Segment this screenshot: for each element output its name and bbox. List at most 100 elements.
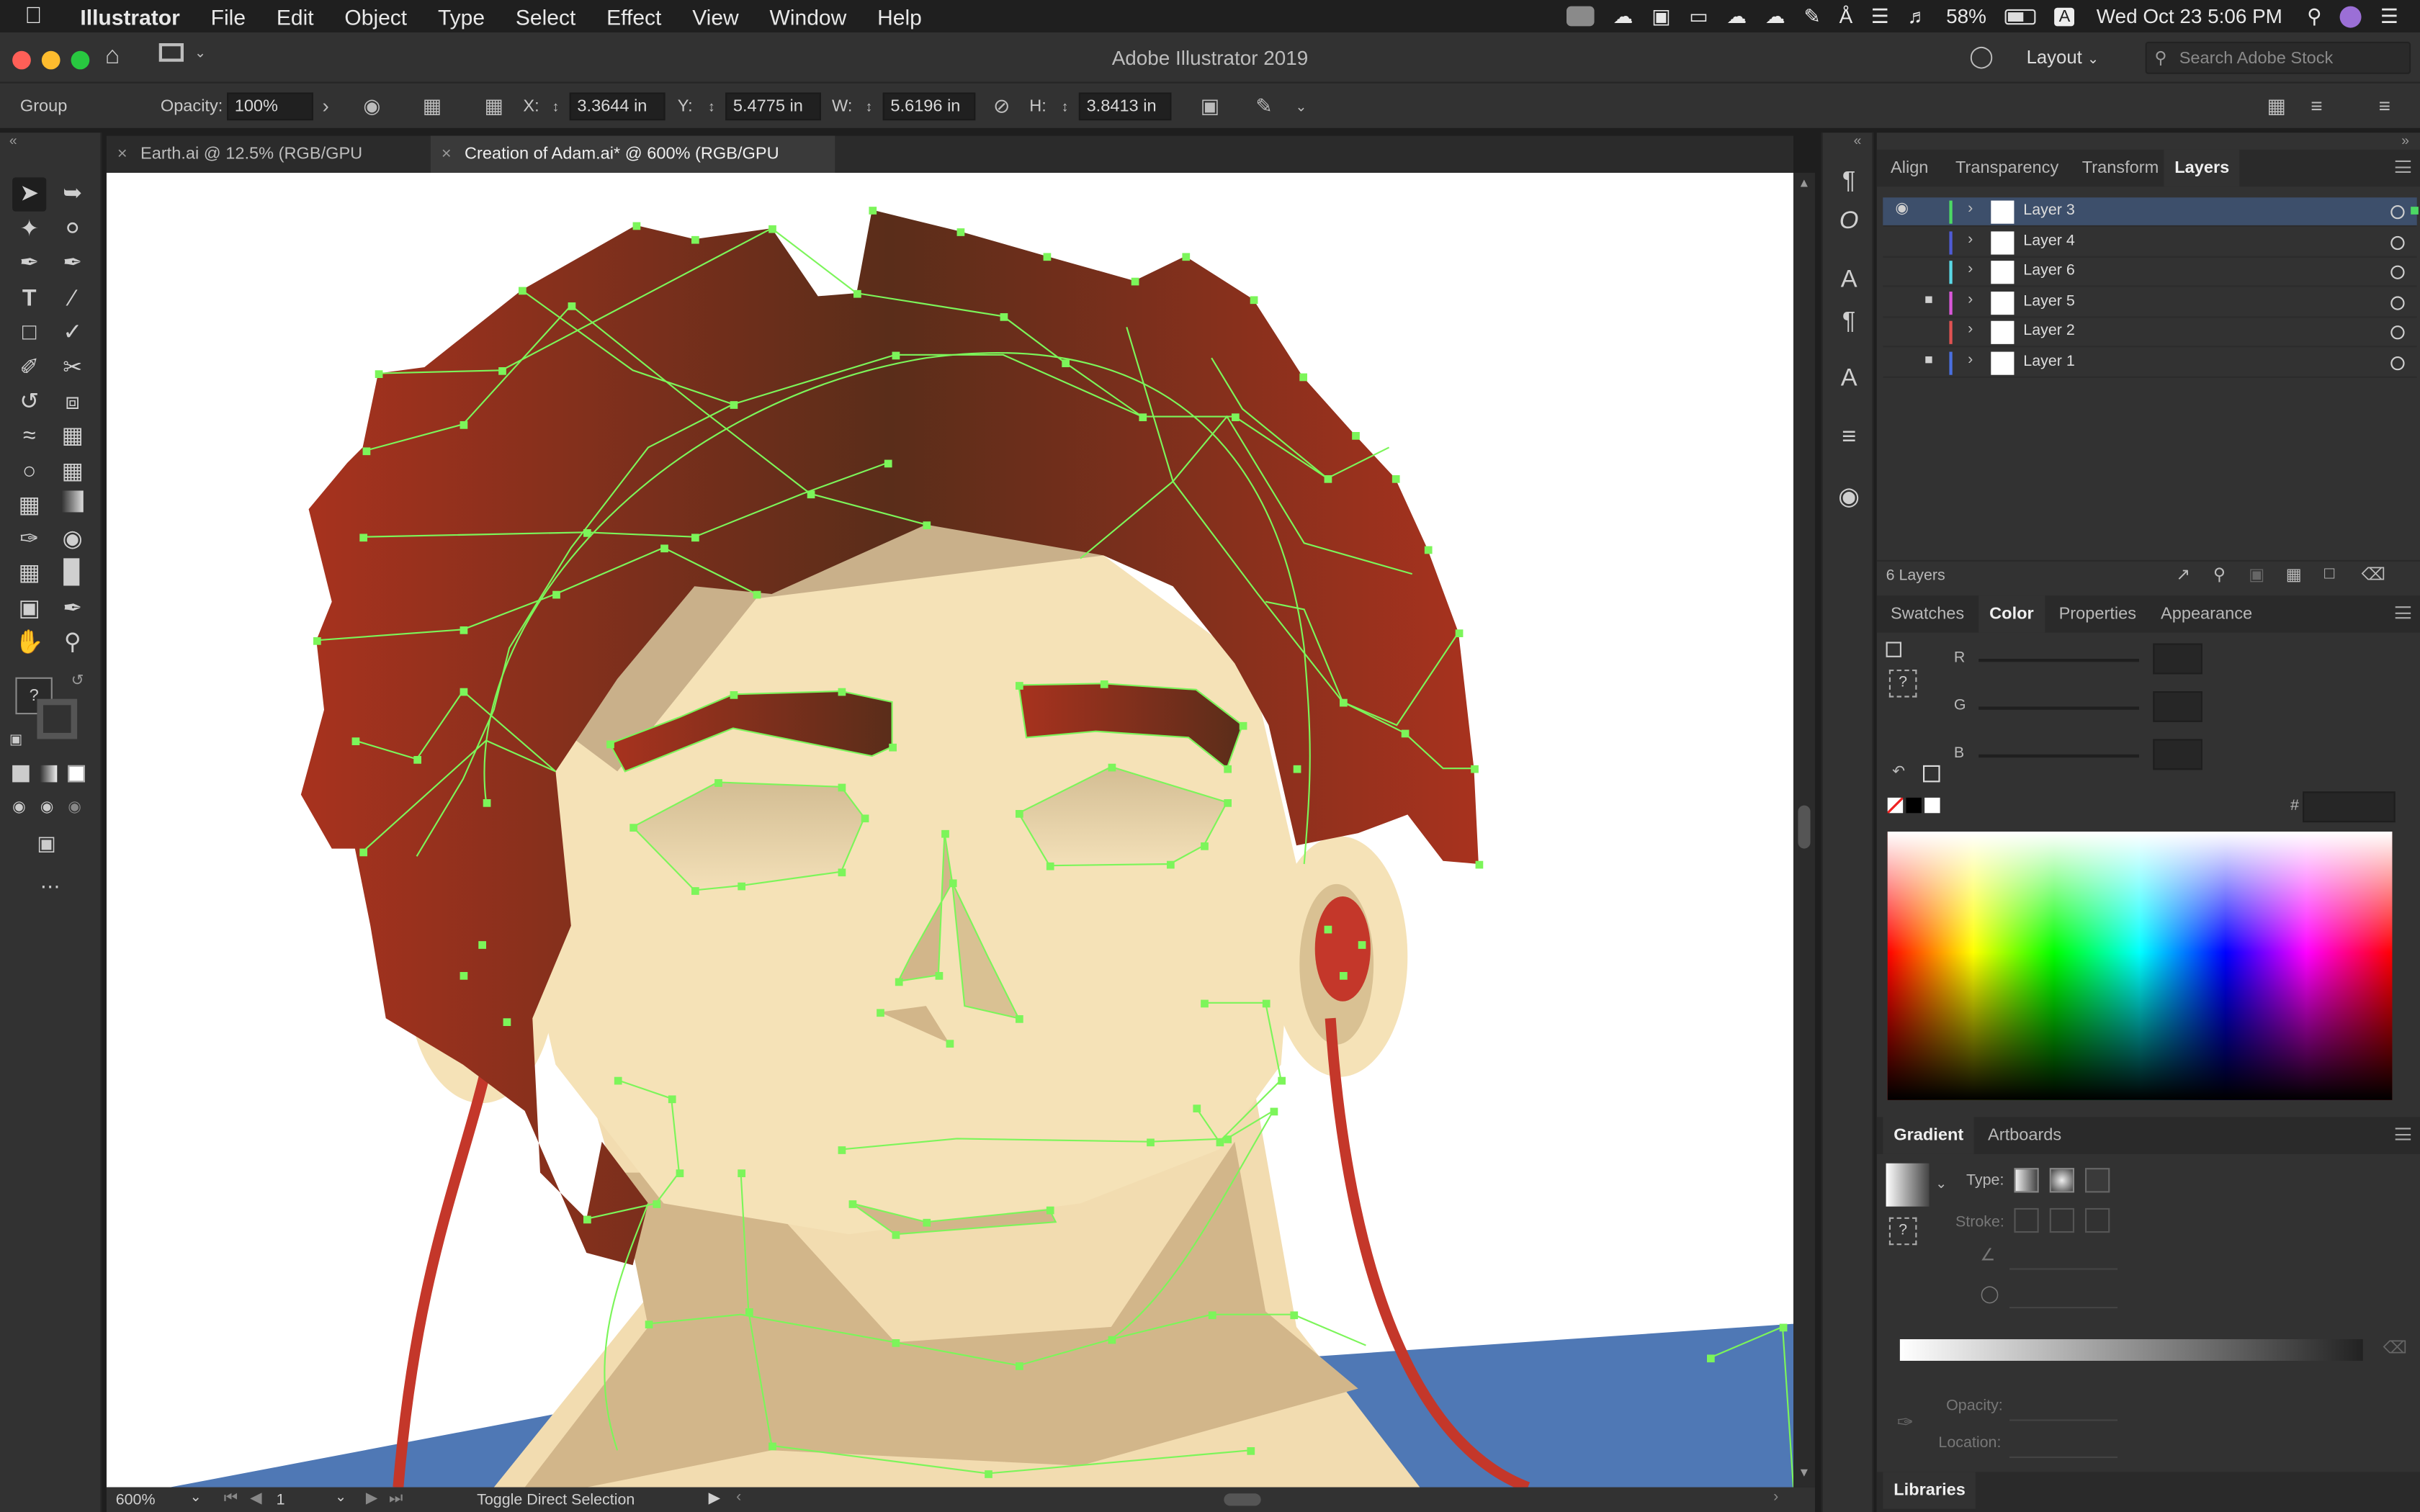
none-mode-icon[interactable] xyxy=(68,765,85,783)
visibility-eye-icon[interactable]: ◉ xyxy=(1895,201,1909,218)
opacity-field[interactable]: 100% xyxy=(227,92,313,121)
next-artboard-icon[interactable]: ▶ xyxy=(366,1490,378,1508)
input-source-indicator[interactable]: A xyxy=(2054,6,2075,26)
collapse-dock-icon[interactable]: » xyxy=(2401,132,2409,148)
hscroll-thumb[interactable] xyxy=(1224,1493,1261,1506)
r-slider[interactable] xyxy=(1978,659,2139,662)
lightbulb-icon[interactable]: ◯ xyxy=(1969,43,1994,69)
creative-cloud-icon[interactable]: ☁ xyxy=(1613,4,1634,28)
clipping-mask-icon[interactable]: ▣ xyxy=(2249,564,2264,585)
align-options-icon[interactable]: ≡ xyxy=(2304,94,2329,119)
export-icon[interactable]: ↗ xyxy=(2176,564,2190,585)
expand-arrow-icon[interactable]: › xyxy=(1968,352,1973,369)
linear-gradient-button[interactable] xyxy=(2014,1168,2039,1193)
out-of-gamut-icon[interactable]: ↶ xyxy=(1892,764,1905,781)
gradient-opacity-field[interactable] xyxy=(2009,1393,2118,1421)
artwork[interactable] xyxy=(106,173,1793,1488)
stroke-within-button[interactable] xyxy=(2014,1207,2039,1233)
web-safe-swatch[interactable] xyxy=(1923,765,1940,783)
user-avatar-icon[interactable] xyxy=(2340,5,2362,27)
first-artboard-icon[interactable]: ⏮ xyxy=(224,1490,238,1508)
menu-object[interactable]: Object xyxy=(344,4,407,28)
stroke-panel-icon[interactable]: ≡ xyxy=(1834,423,1865,454)
tab-transparency[interactable]: Transparency xyxy=(1955,150,2058,186)
close-tab-icon[interactable]: × xyxy=(442,136,452,173)
scale-tool-icon[interactable]: ⧈ xyxy=(55,386,89,420)
x-stepper-icon[interactable]: ↕ xyxy=(543,94,568,119)
artboard-tool-icon[interactable]: ▣ xyxy=(12,593,46,626)
chevron-down-icon[interactable]: ⌄ xyxy=(1289,94,1313,119)
target-circle-icon[interactable] xyxy=(2390,265,2405,280)
chevron-right-icon[interactable]: › xyxy=(313,94,338,119)
menu-help[interactable]: Help xyxy=(877,4,922,28)
free-transform-icon[interactable]: ▦ xyxy=(55,420,89,454)
vertical-scrollbar[interactable]: ▲ ▼ xyxy=(1793,173,1815,1488)
opentype-icon[interactable]: O xyxy=(1834,207,1865,238)
prev-artboard-icon[interactable]: ◀ xyxy=(250,1490,262,1508)
r-value-field[interactable] xyxy=(2153,643,2202,675)
panel-menu-icon[interactable] xyxy=(2395,160,2411,173)
question-fill-icon[interactable]: ? xyxy=(1888,670,1917,698)
scissors-icon[interactable]: ✂ xyxy=(55,352,89,386)
gradient-tool-icon[interactable] xyxy=(55,489,89,523)
menu-view[interactable]: View xyxy=(692,4,738,28)
battery-percent[interactable]: 58% xyxy=(1946,4,1986,27)
tab-align[interactable]: Align xyxy=(1891,150,1928,186)
lock-icon[interactable]: ■ xyxy=(1924,292,1933,307)
b-slider[interactable] xyxy=(1978,754,2139,758)
expand-arrow-icon[interactable]: › xyxy=(1968,231,1973,248)
gradient-eyedropper-icon[interactable]: ✑ xyxy=(1897,1410,1914,1435)
layer-row[interactable]: ■ › Layer 5 xyxy=(1883,288,2417,318)
selection-tool-icon[interactable]: ➤ xyxy=(12,177,47,212)
black-swatch[interactable] xyxy=(1906,797,1922,814)
control-menu-icon[interactable]: ≡ xyxy=(2372,94,2397,119)
target-circle-icon[interactable] xyxy=(2390,325,2405,341)
scroll-down-icon[interactable]: ▼ xyxy=(1798,1466,1810,1480)
radial-gradient-button[interactable] xyxy=(2049,1168,2074,1193)
gradient-location-field[interactable] xyxy=(2009,1430,2118,1458)
trash-icon[interactable]: ⌫ xyxy=(2362,564,2385,585)
hscroll-right-icon[interactable]: › xyxy=(1773,1489,1778,1506)
transform-icon[interactable]: ▣ xyxy=(1198,94,1222,119)
shaper-tool-icon[interactable]: ✐ xyxy=(12,352,46,386)
lock-icon[interactable]: ■ xyxy=(1924,352,1933,367)
recolor-artwork-icon[interactable]: ◉ xyxy=(359,94,384,119)
scroll-up-icon[interactable]: ▲ xyxy=(1798,176,1810,189)
w-field[interactable]: 5.6196 in xyxy=(882,92,976,121)
expand-arrow-icon[interactable]: › xyxy=(1968,201,1973,218)
column-graph-icon[interactable]: ▉ xyxy=(55,557,89,591)
none-swatch[interactable] xyxy=(1887,797,1904,814)
tab-layers[interactable]: Layers xyxy=(2164,149,2241,187)
mesh-tool-icon[interactable]: ▦ xyxy=(12,489,46,523)
symbols-icon[interactable]: ◉ xyxy=(1834,483,1865,514)
tab-color[interactable]: Color xyxy=(1978,595,2045,633)
stroke-swatch[interactable] xyxy=(37,698,78,739)
tab-transform[interactable]: Transform xyxy=(2082,150,2159,186)
menu-window[interactable]: Window xyxy=(770,4,847,28)
direct-selection-tool-icon[interactable]: ➥ xyxy=(55,177,89,211)
width-tool-icon[interactable]: ≈ xyxy=(12,420,46,454)
artboard-canvas[interactable] xyxy=(106,173,1793,1488)
w-stepper-icon[interactable]: ↕ xyxy=(856,94,881,119)
tab-libraries[interactable]: Libraries xyxy=(1883,1472,1976,1509)
bluetooth-icon[interactable]: Å xyxy=(1839,4,1853,27)
isolate-icon[interactable]: ✎ xyxy=(1252,94,1276,119)
layer-row[interactable]: › Layer 6 xyxy=(1883,258,2417,287)
expand-arrow-icon[interactable]: › xyxy=(1968,261,1973,279)
draw-normal-icon[interactable]: ◉ xyxy=(12,799,26,816)
clock[interactable]: Wed Oct 23 5:06 PM xyxy=(2097,4,2282,27)
collapse-panel-icon[interactable]: « xyxy=(9,132,17,148)
tab-gradient[interactable]: Gradient xyxy=(1883,1117,1975,1154)
question-stroke-icon[interactable]: ? xyxy=(1888,1217,1917,1246)
screen-mode-icon[interactable]: ▣ xyxy=(37,832,55,856)
screen-status-icon[interactable]: ▭ xyxy=(1689,4,1708,28)
expand-arrow-icon[interactable]: › xyxy=(1968,292,1973,309)
menu-file[interactable]: File xyxy=(211,4,246,28)
y-field[interactable]: 5.4775 in xyxy=(725,92,821,121)
type-tool-icon[interactable]: T xyxy=(12,282,46,316)
pen-status-icon[interactable]: ✎ xyxy=(1803,4,1820,28)
locate-object-icon[interactable]: ⚲ xyxy=(2213,564,2226,585)
blend-tool-icon[interactable]: ◉ xyxy=(55,523,89,557)
transform-reference-icon[interactable]: ▦ xyxy=(482,94,506,119)
chevron-down-icon[interactable]: ⌄ xyxy=(190,1489,202,1506)
